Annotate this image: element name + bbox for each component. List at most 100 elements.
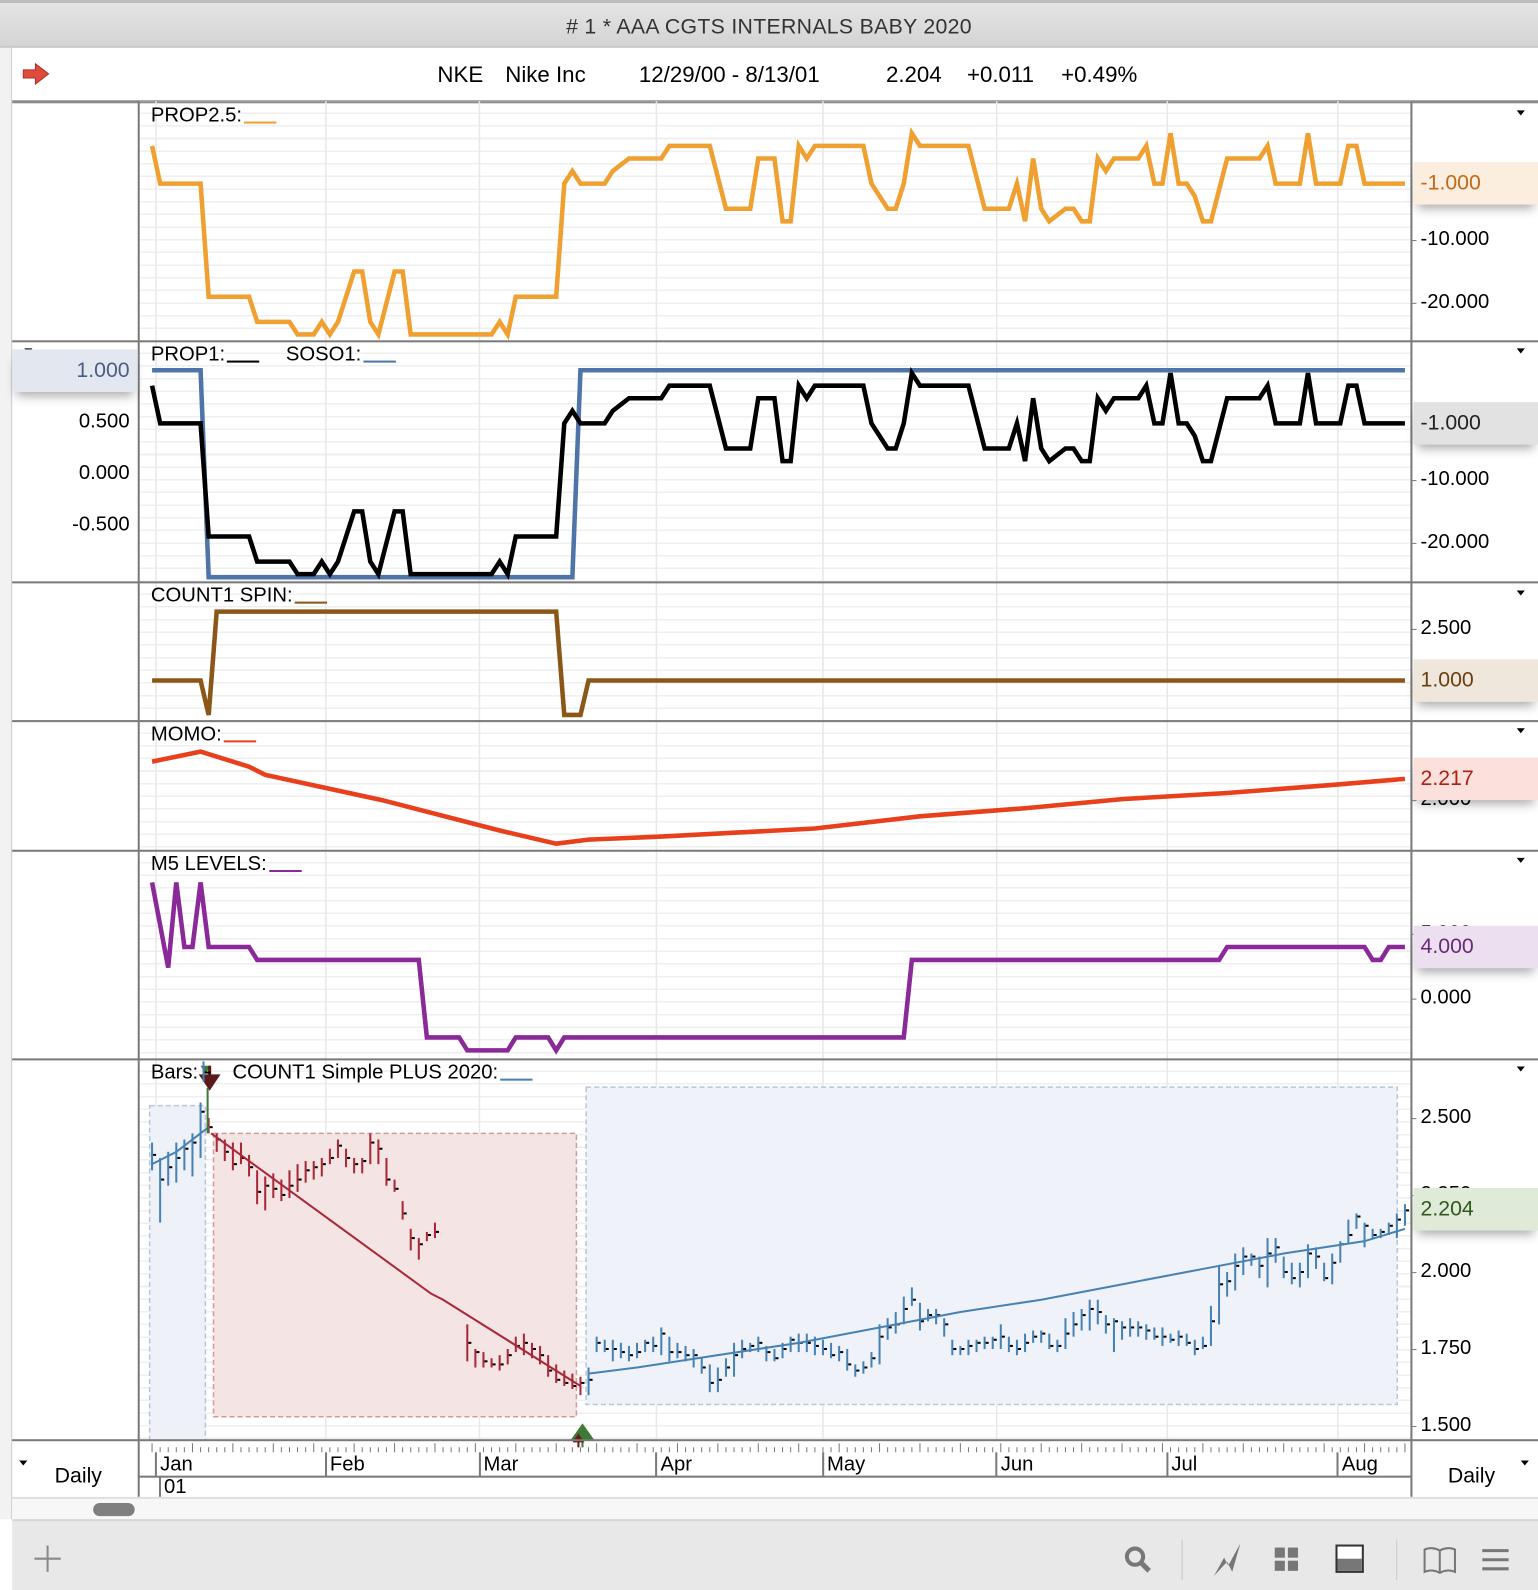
series-line-m5-levels [149, 882, 1405, 1055]
axis-tick-mark [1411, 800, 1417, 802]
right-axis-tick-label: 0.000 [1420, 986, 1472, 1009]
panel-divider[interactable] [12, 340, 1538, 343]
chart-window: # 1 * AAA CGTS INTERNALS BABY 2020 NKE N… [0, 0, 1538, 1590]
plot-spin[interactable] [138, 582, 1412, 722]
price-bar [579, 1376, 585, 1396]
time-ruler [151, 1443, 1406, 1453]
price-bar [1403, 1204, 1410, 1226]
legend-label: PROP1: [150, 343, 226, 366]
month-label: May [821, 1452, 865, 1477]
right-axis-tick-label: -20.000 [1420, 530, 1490, 553]
series-line-soso1 [152, 368, 1405, 580]
panel-menu-dropdown-icon[interactable] [1516, 590, 1525, 596]
month-label: Jun [995, 1452, 1033, 1477]
month-label: Jan [155, 1452, 193, 1477]
panel-divider[interactable] [12, 720, 1538, 723]
toolbar-divider [1396, 1539, 1398, 1580]
plus-icon[interactable] [32, 1544, 62, 1574]
legend-prop25[interactable]: PROP2.5: [151, 104, 277, 127]
axis-tick-mark [1411, 1117, 1417, 1119]
panel-menu-dropdown-icon[interactable] [1516, 728, 1525, 734]
current-value-label: 1.000 [1413, 659, 1538, 702]
legend-swatch [268, 869, 302, 873]
book-icon[interactable] [1423, 1546, 1457, 1574]
right-axis-tick-label: 1.500 [1420, 1413, 1472, 1437]
legend-spin[interactable]: COUNT1 SPIN: [150, 584, 328, 607]
price-change: +0.011 [966, 61, 1035, 88]
legend-swatch [363, 360, 396, 363]
legend-swatch [227, 360, 260, 363]
current-value-label: 2.204 [1413, 1187, 1538, 1231]
horizontal-scrollbar[interactable] [12, 1496, 1538, 1522]
series-line-count1-spin [152, 609, 1405, 718]
left-axis-tick-label: 0.500 [78, 409, 130, 433]
legend-prop1[interactable]: PROP1: SOSO1: [151, 343, 396, 366]
panel-layout-icon[interactable] [1334, 1544, 1364, 1574]
axis-tick-mark [1411, 479, 1417, 481]
panel-menu-dropdown-icon[interactable] [1516, 857, 1525, 863]
month-label: Feb [324, 1452, 365, 1477]
plot-prop25[interactable] [138, 101, 1412, 342]
price-change-pct: +0.49% [1061, 61, 1138, 88]
title-bar: # 1 * AAA CGTS INTERNALS BABY 2020 [0, 0, 1538, 48]
panel-divider[interactable] [12, 1058, 1538, 1061]
panel-menu-dropdown-icon[interactable] [1516, 348, 1525, 354]
panel-menu-dropdown-icon[interactable] [1516, 1066, 1525, 1072]
link-arrow-icon[interactable] [22, 62, 50, 86]
series-line-prop1 [149, 366, 1405, 581]
interval-left[interactable]: Daily [55, 1465, 102, 1489]
bottom-toolbar [12, 1519, 1538, 1590]
left-edge [0, 47, 13, 1520]
symbol-header: NKE Nike Inc 12/29/00 - 8/13/01 2.204 +0… [12, 48, 1538, 104]
interval-right[interactable]: Daily [1448, 1465, 1495, 1489]
legend-swatch [500, 1078, 533, 1081]
right-axis-tick-label: -10.000 [1420, 227, 1490, 251]
left-interval-dropdown-icon[interactable] [19, 1460, 28, 1466]
bar-style-icon [200, 1061, 212, 1082]
left-axis-tick-label: -0.500 [72, 513, 130, 536]
series-line-prop2-5 [149, 127, 1405, 341]
panel-divider[interactable] [12, 581, 1538, 584]
plot-momo[interactable] [138, 721, 1412, 851]
grid-icon[interactable] [1273, 1546, 1301, 1574]
panel-divider[interactable] [12, 849, 1538, 852]
legend-momo[interactable]: MOMO: [150, 723, 257, 746]
panel-menu-dropdown-icon[interactable] [1516, 110, 1525, 116]
right-interval-dropdown-icon[interactable] [1520, 1460, 1529, 1466]
legend-label: PROP2.5: [150, 104, 243, 127]
plot-m5[interactable] [138, 850, 1412, 1060]
search-icon[interactable] [1124, 1546, 1152, 1574]
month-label: Jul [1166, 1452, 1197, 1477]
legend-label: COUNT1 SPIN: [150, 584, 293, 607]
right-axis-tick-label: 2.500 [1420, 616, 1472, 639]
toolbar-divider [1181, 1539, 1183, 1580]
company-name: Nike Inc [505, 61, 586, 88]
month-label: Apr [655, 1452, 692, 1477]
legend-label-soso1: SOSO1: [285, 343, 362, 366]
right-axis-tick-label: -10.000 [1420, 467, 1490, 491]
price-bar [207, 1117, 213, 1134]
chart-line-icon[interactable] [1212, 1541, 1242, 1577]
year-label: 01 [158, 1476, 187, 1497]
axis-tick-mark [1411, 1426, 1417, 1428]
last-price: 2.204 [885, 61, 942, 88]
plot-price[interactable] [138, 1059, 1412, 1448]
legend-label: MOMO: [150, 723, 222, 746]
symbol: NKE [437, 61, 484, 88]
plot-prop1[interactable] [138, 341, 1412, 583]
legend-price[interactable]: Bars: COUNT1 Simple PLUS 2020: [151, 1061, 533, 1084]
left-axis-border [137, 101, 140, 1497]
window-title: # 1 * AAA CGTS INTERNALS BABY 2020 [566, 15, 972, 39]
axis-tick-mark [1411, 1349, 1417, 1351]
legend-m5[interactable]: M5 LEVELS: [151, 853, 302, 876]
legend-swatch [244, 121, 277, 124]
current-value-label: 2.217 [1413, 757, 1538, 801]
legend-swatch [294, 601, 328, 604]
axis-tick-mark [1411, 302, 1417, 304]
current-value-label: 4.000 [1413, 925, 1538, 969]
month-label: Mar [478, 1452, 518, 1477]
menu-icon[interactable] [1480, 1548, 1510, 1572]
scrollbar-thumb[interactable] [93, 1502, 135, 1517]
right-axis-tick-label: 2.000 [1420, 1259, 1472, 1283]
axis-tick-mark [1411, 240, 1417, 242]
